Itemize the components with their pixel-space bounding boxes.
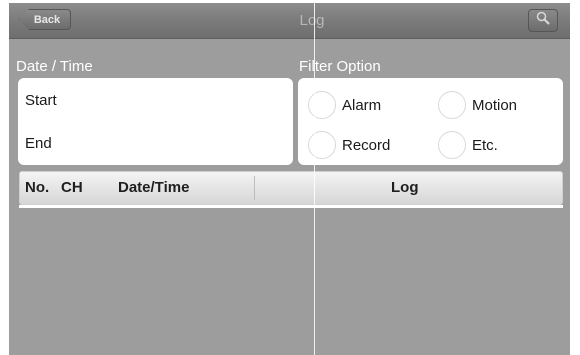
filter-record-option[interactable]: Record bbox=[308, 131, 390, 159]
motion-radio-button[interactable] bbox=[438, 91, 466, 119]
column-header-date-time: Date/Time bbox=[118, 179, 190, 196]
start-date-field[interactable]: Start bbox=[25, 92, 57, 109]
alarm-label: Alarm bbox=[342, 96, 382, 114]
filter-option-section-label: Filter Option bbox=[299, 58, 381, 75]
split-divider bbox=[314, 3, 315, 355]
filter-alarm-option[interactable]: Alarm bbox=[308, 91, 381, 119]
log-list[interactable] bbox=[9, 208, 570, 355]
log-screen: Back Log Date / Time Filter Option Start… bbox=[9, 3, 570, 355]
column-header-no: No. bbox=[25, 179, 50, 196]
filter-motion-option[interactable]: Motion bbox=[438, 91, 517, 119]
date-time-panel: Start End bbox=[18, 78, 293, 165]
page-title: Log bbox=[299, 12, 325, 29]
record-radio-button[interactable] bbox=[308, 131, 336, 159]
navigation-bar: Back Log bbox=[9, 3, 570, 39]
alarm-radio-button[interactable] bbox=[308, 91, 336, 119]
motion-label: Motion bbox=[472, 96, 518, 114]
etc-label: Etc. bbox=[472, 136, 498, 154]
record-label: Record bbox=[342, 136, 391, 154]
column-divider bbox=[254, 176, 255, 200]
end-date-field[interactable]: End bbox=[25, 135, 52, 152]
filter-etc-option[interactable]: Etc. bbox=[438, 131, 498, 159]
date-time-section-label: Date / Time bbox=[16, 58, 93, 75]
search-button[interactable] bbox=[528, 9, 558, 32]
log-table-header: No. CH Date/Time Log bbox=[19, 171, 563, 205]
column-header-ch: CH bbox=[61, 179, 83, 196]
column-header-log: Log bbox=[391, 179, 419, 196]
search-icon bbox=[536, 11, 550, 30]
etc-radio-button[interactable] bbox=[438, 131, 466, 159]
filter-option-panel: Alarm Motion Record Etc. bbox=[298, 78, 563, 165]
